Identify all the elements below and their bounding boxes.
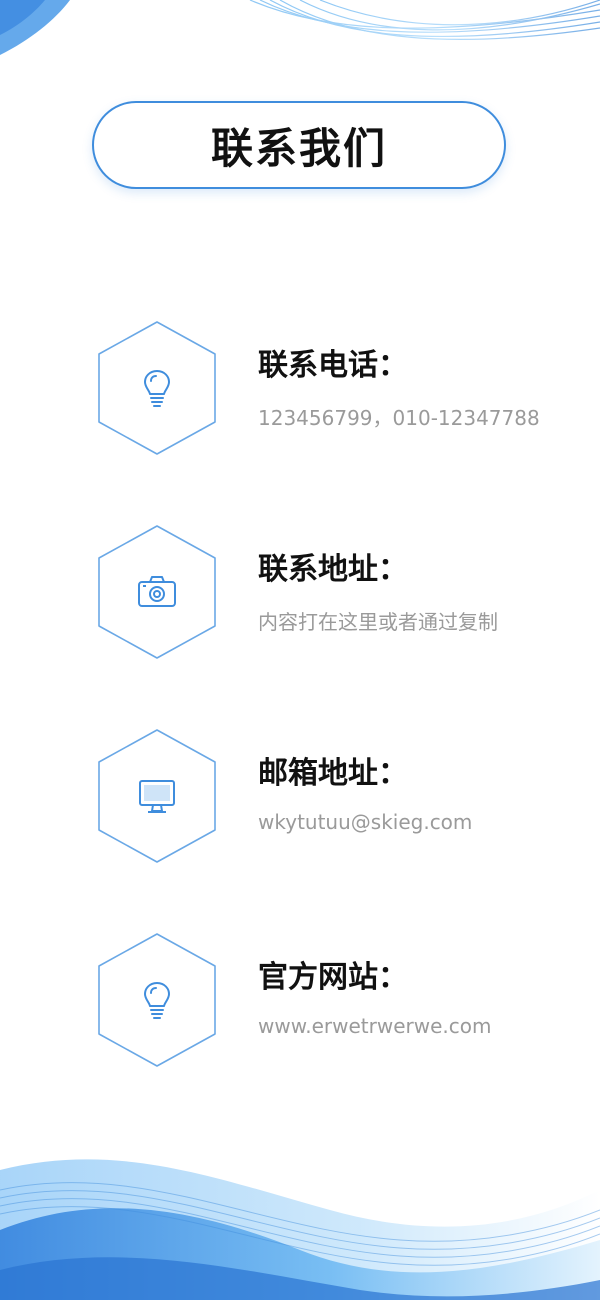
contact-item-website: 官方网站： www.erwetrwerwe.com bbox=[96, 932, 566, 1068]
contact-item-email: 邮箱地址： wkytutuu@skieg.com bbox=[96, 728, 566, 864]
monitor-icon bbox=[136, 775, 178, 817]
email-value: wkytutuu@skieg.com bbox=[258, 810, 473, 834]
website-label: 官方网站： bbox=[258, 960, 408, 995]
lightbulb-icon bbox=[136, 367, 178, 409]
bottom-wave-decoration bbox=[0, 1159, 600, 1300]
page-title: 联系我们 bbox=[210, 123, 387, 173]
camera-icon bbox=[136, 571, 178, 613]
email-label: 邮箱地址： bbox=[258, 756, 408, 791]
website-value: www.erwetrwerwe.com bbox=[258, 1014, 492, 1038]
address-label: 联系地址： bbox=[258, 552, 408, 587]
phone-label: 联系电话： bbox=[258, 348, 408, 383]
top-wave-decoration bbox=[0, 0, 600, 55]
contact-item-phone: 联系电话： 123456799，010-12347788 bbox=[96, 320, 566, 456]
lightbulb-icon bbox=[136, 979, 178, 1021]
address-value: 内容打在这里或者通过复制 bbox=[258, 610, 498, 634]
title-banner: 联系我们 bbox=[92, 101, 506, 189]
contact-item-address: 联系地址： 内容打在这里或者通过复制 bbox=[96, 524, 566, 660]
phone-value: 123456799，010-12347788 bbox=[258, 406, 540, 430]
